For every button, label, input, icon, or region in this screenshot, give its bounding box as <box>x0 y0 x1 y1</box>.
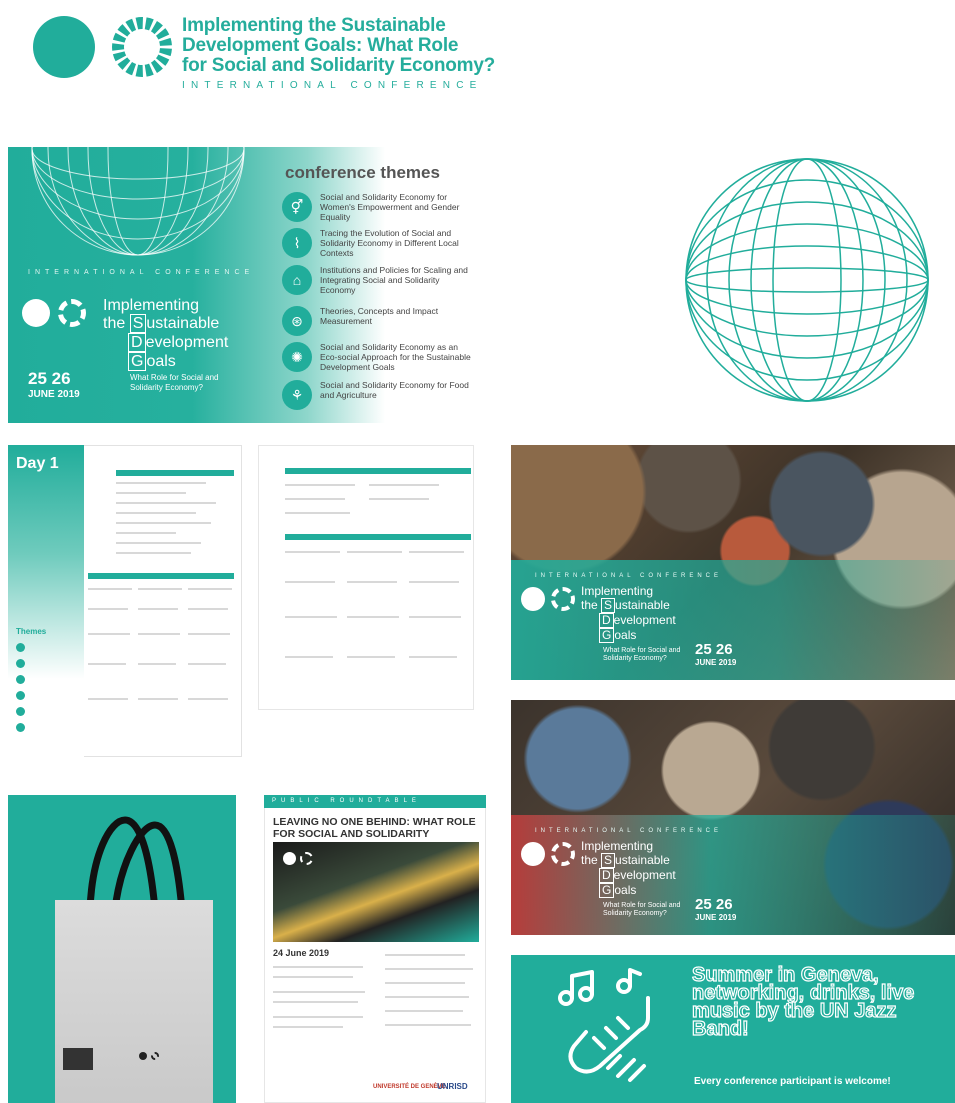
photo-card-question: What Role for Social and Solidarity Econ… <box>603 902 681 917</box>
wheat-icon: ⚘ <box>282 380 312 410</box>
theme-item: ⚥ Social and Solidarity Economy for Wome… <box>282 192 472 222</box>
institution-icon: ⌂ <box>282 265 312 295</box>
photo-card-question: What Role for Social and Solidarity Econ… <box>603 647 681 662</box>
photo-card-title: Implementing the Sustainable Development… <box>581 584 676 643</box>
schedule-day-label: Day 1 <box>16 455 59 472</box>
theme-dot-icon <box>16 691 25 700</box>
photo-card-label: INTERNATIONAL CONFERENCE <box>535 573 723 579</box>
banner-title: Implementing the Sustainable Development… <box>103 297 229 371</box>
schedule-themes-label: Themes <box>16 627 47 636</box>
venn-icon: ⊛ <box>282 306 312 336</box>
poster-top-bar: PUBLIC ROUNDTABLE <box>264 795 486 808</box>
themes-title: conference themes <box>285 163 440 182</box>
theme-item: ⚘ Social and Solidarity Economy for Food… <box>282 380 472 410</box>
jazz-subtitle: Every conference participant is welcome! <box>694 1076 891 1087</box>
market-photo-card-2: INTERNATIONAL CONFERENCE Implementing th… <box>511 700 955 935</box>
banner-date: 25 26 JUNE 2019 <box>28 369 80 400</box>
photo-card-date: 25 26 JUNE 2019 <box>695 641 737 667</box>
theme-dot-icon <box>16 707 25 716</box>
theme-item: ⌇ Tracing the Evolution of Social and So… <box>282 228 472 258</box>
wheel-segment <box>135 64 143 77</box>
wheel-segment <box>144 63 154 77</box>
jazz-title: Summer in Geneva, networking, drinks, li… <box>691 964 915 1040</box>
banner-label: INTERNATIONAL CONFERENCE <box>28 269 255 276</box>
header-title: Implementing the Sustainable Development… <box>182 15 496 76</box>
poster-top-bar-text: PUBLIC ROUNDTABLE <box>272 798 421 804</box>
globe-graphic-large <box>685 158 929 402</box>
banner-logo-dot <box>22 299 50 327</box>
gender-icon: ⚥ <box>282 192 312 222</box>
banner-question: What Role for Social and Solidarity Econ… <box>130 373 219 392</box>
tote-bag-image <box>55 900 213 1103</box>
photo-logo-ring <box>551 587 575 611</box>
theme-dot-icon <box>16 675 25 684</box>
poster-logo-ring <box>300 852 313 865</box>
wheel-segment <box>159 37 172 46</box>
globe-graphic <box>31 147 245 256</box>
theme-dot-icon <box>16 723 25 732</box>
tote-label <box>63 1048 93 1070</box>
dna-icon: ⌇ <box>282 228 312 258</box>
poster-date: 24 June 2019 <box>273 948 330 958</box>
saxophone-music-icon <box>558 968 650 1082</box>
wheel-segment <box>112 43 125 51</box>
photo-logo-ring <box>551 842 575 866</box>
wheel-segment <box>144 17 154 31</box>
theme-item: ⊛ Theories, Concepts and Impact Measurem… <box>282 306 472 336</box>
wheel-segment <box>135 17 143 30</box>
poster-logo-unige: UNIVERSITÉ DE GENÈVE <box>373 1084 446 1090</box>
photo-card-label: INTERNATIONAL CONFERENCE <box>535 828 723 834</box>
sdg-wheel-icon: ✺ <box>282 342 312 372</box>
poster-logo-dot <box>283 852 296 865</box>
theme-item: ✺ Social and Solidarity Economy as an Ec… <box>282 342 472 372</box>
schedule-page-2 <box>258 445 474 710</box>
theme-dot-icon <box>16 643 25 652</box>
photo-card-date: 25 26 JUNE 2019 <box>695 896 737 922</box>
banner-logo-ring <box>58 299 86 327</box>
poster-logo-unrisd: UNRISD <box>437 1082 468 1091</box>
photo-card-title: Implementing the Sustainable Development… <box>581 839 676 898</box>
schedule-content <box>88 448 238 748</box>
theme-item: ⌂ Institutions and Policies for Scaling … <box>282 265 472 295</box>
wheel-segment <box>159 48 172 57</box>
roundtable-poster: LEAVING NO ONE BEHIND: WHAT ROLE FOR SOC… <box>264 795 486 1103</box>
schedule-sidebar: Day 1 Themes <box>8 445 84 757</box>
market-photo-card-1: INTERNATIONAL CONFERENCE Implementing th… <box>511 445 955 680</box>
sdg-wheel-logo <box>112 17 172 77</box>
header-logo-dot <box>33 16 95 78</box>
photo-logo-dot <box>521 842 545 866</box>
photo-logo-dot <box>521 587 545 611</box>
header-subtitle: INTERNATIONAL CONFERENCE <box>182 80 483 91</box>
theme-dot-icon <box>16 659 25 668</box>
tote-logo <box>139 1052 147 1060</box>
tote-logo <box>151 1052 159 1060</box>
